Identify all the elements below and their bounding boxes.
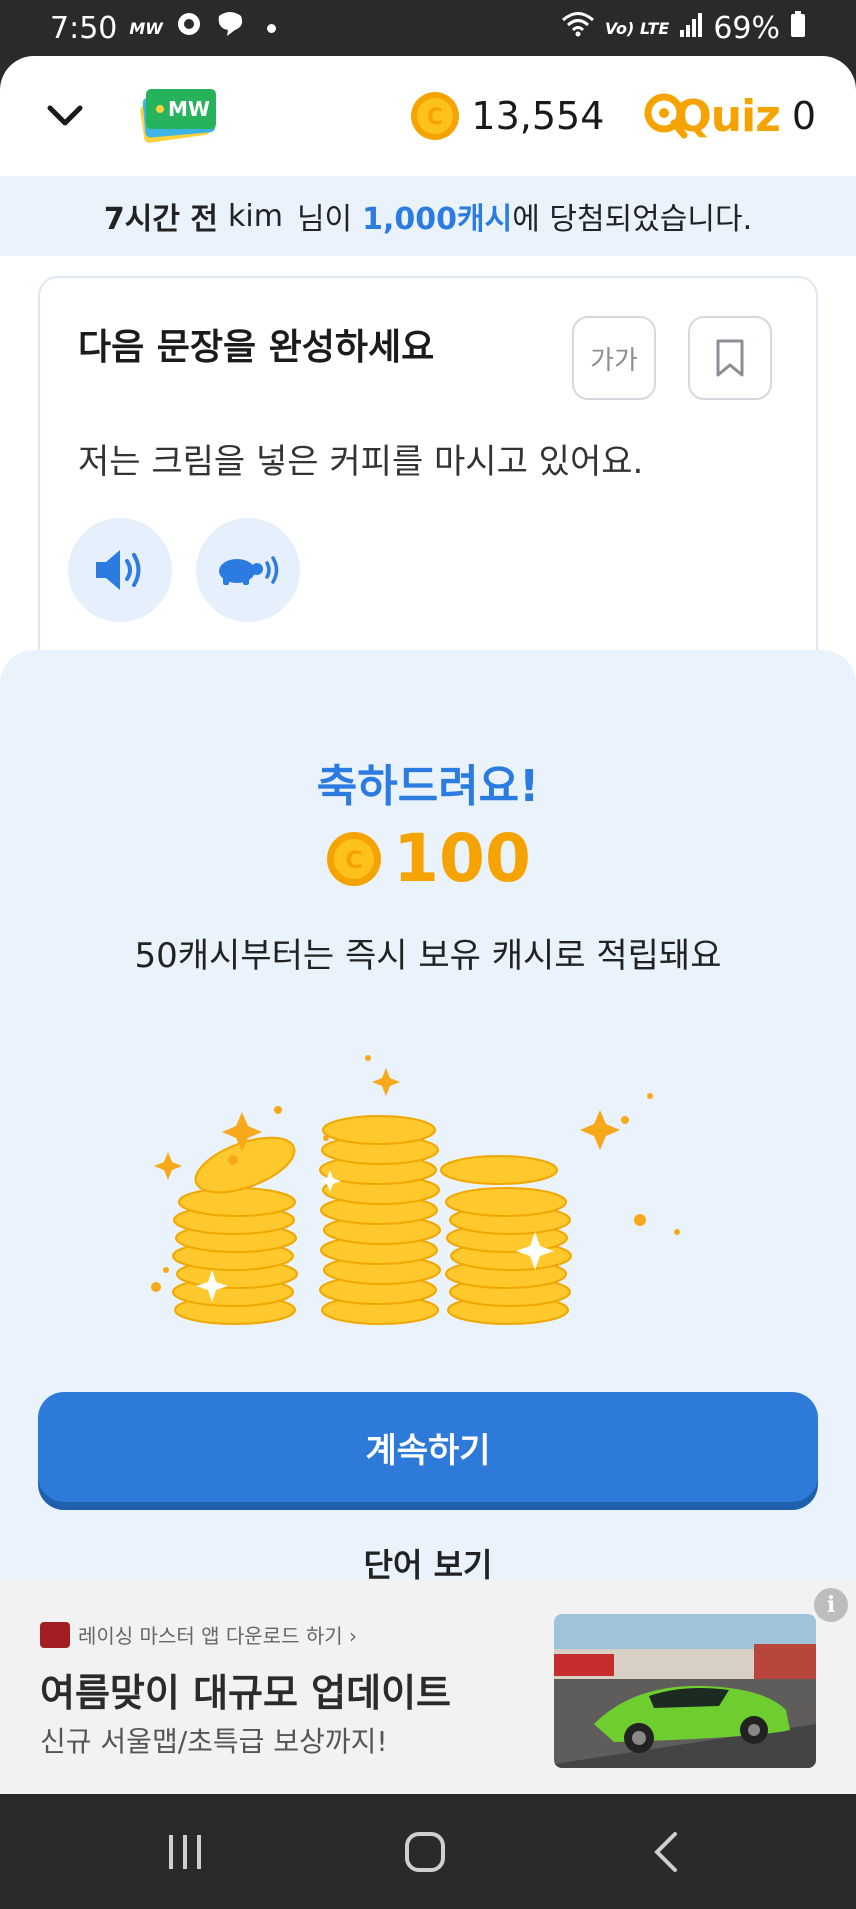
home-button[interactable] [395, 1824, 455, 1879]
quiz-logo[interactable]: Quiz [644, 90, 781, 142]
notice-user: kim [228, 198, 283, 234]
reward-description: 50캐시부터는 즉시 보유 캐시로 적립돼요 [134, 936, 722, 976]
turtle-icon [219, 556, 279, 585]
notice-time: 7시간 전 [103, 202, 218, 237]
quiz-title: 다음 문장을 완성하세요 [78, 327, 435, 368]
recent-apps-button[interactable] [155, 1824, 215, 1879]
battery-icon [790, 10, 806, 46]
signal-icon [679, 11, 703, 46]
speaker-icon [96, 550, 141, 590]
quiz-count: 0 [791, 94, 816, 138]
ad-source-row[interactable]: 레이싱 마스터 앱 다운로드 하기 › [40, 1620, 357, 1649]
ad-info-icon[interactable]: i [814, 1588, 848, 1622]
bookmark-button[interactable] [688, 316, 772, 400]
status-time: 7:50 [50, 10, 118, 46]
notice-prize: 1,000캐시 [362, 202, 513, 237]
wifi-icon [561, 10, 595, 46]
mw-notification-icon: MW [129, 18, 163, 38]
recent-apps-icon [169, 1834, 201, 1869]
app-screen: MW C 13,554 Quiz 0 7시간 전 kim 님이 1,000캐시 … [0, 56, 856, 1794]
coin-icon: C [327, 831, 382, 886]
ad-subtext: 신규 서울맵/초특급 보상까지! [40, 1725, 388, 1758]
coin-stacks-illustration [151, 1055, 680, 1325]
chevron-down-icon [47, 105, 83, 126]
continue-label: 계속하기 [365, 1430, 491, 1471]
notice-mid: 님이 [296, 202, 353, 237]
chat-notification-icon [175, 10, 203, 46]
svg-text:C: C [427, 105, 443, 130]
play-audio-button[interactable] [68, 518, 172, 622]
congrats-title: 축하드려요! [316, 761, 540, 812]
collapse-button[interactable] [40, 91, 90, 141]
winner-notice-banner: 7시간 전 kim 님이 1,000캐시 에 당첨되었습니다. [0, 176, 856, 256]
quiz-sentence: 저는 크림을 넣은 커피를 마시고 있어요. [78, 442, 644, 482]
coin-balance[interactable]: 13,554 [471, 94, 604, 138]
play-slow-audio-button[interactable] [196, 518, 300, 622]
volte-indicator: Vo) LTE [604, 18, 670, 38]
message-notification-icon [215, 10, 245, 46]
reward-amount: 100 [393, 820, 531, 897]
ad-source-text: 레이싱 마스터 앱 다운로드 하기 › [78, 1624, 357, 1648]
font-size-label: 가가 [590, 345, 638, 376]
continue-button[interactable]: 계속하기 [38, 1392, 818, 1502]
bookmark-icon [716, 339, 744, 377]
back-button[interactable] [636, 1824, 696, 1879]
logo-text: MW [168, 97, 210, 121]
coin-icon: C [411, 92, 460, 140]
ad-banner[interactable]: i 레이싱 마스터 앱 다운로드 하기 › 여름맞이 대규모 업데이트 신규 서… [0, 1580, 856, 1794]
svg-text:C: C [345, 846, 363, 874]
quiz-label: Quiz [674, 90, 780, 142]
font-size-button[interactable]: 가가 [572, 316, 656, 400]
top-bar: MW C 13,554 Quiz 0 [0, 56, 856, 176]
ad-car-image[interactable] [554, 1614, 816, 1768]
ad-headline: 여름맞이 대규모 업데이트 [40, 1671, 452, 1715]
mw-logo[interactable]: MW [140, 87, 218, 145]
home-icon [405, 1831, 445, 1872]
back-icon [654, 1831, 677, 1872]
more-notifications-dot [266, 23, 276, 33]
notice-tail: 에 당첨되었습니다. [512, 202, 753, 237]
ad-app-icon [40, 1621, 70, 1648]
status-bar: 7:50 MW Vo) LTE 69% [0, 0, 856, 56]
battery-percent: 69% [713, 10, 780, 46]
reward-row: C 100 [0, 820, 856, 897]
system-nav-bar [0, 1794, 856, 1909]
